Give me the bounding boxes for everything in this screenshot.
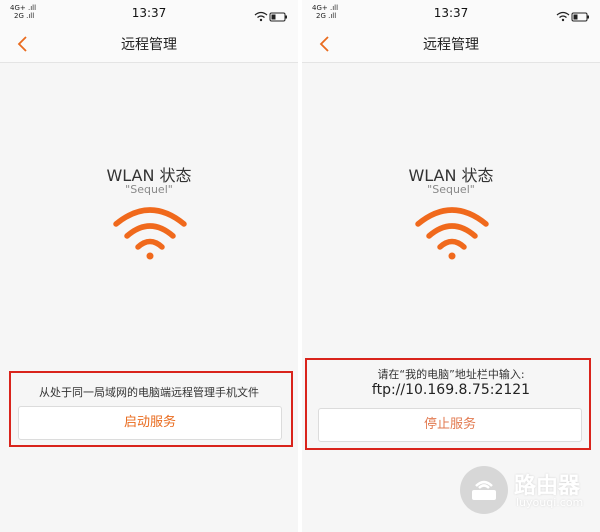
wifi-battery-icon	[254, 11, 287, 22]
wifi-battery-icon	[556, 11, 589, 22]
wifi-signal-icon	[113, 207, 187, 260]
ftp-hint: 请在“我的电脑”地址栏中输入:	[377, 368, 525, 381]
start-service-button[interactable]: 启动服务	[18, 406, 282, 440]
nav-bar: 远程管理	[0, 26, 298, 63]
router-icon	[460, 466, 508, 514]
ftp-address: ftp://10.169.8.75:2121	[371, 382, 531, 398]
service-hint: 从处于同一局域网的电脑端远程管理手机文件	[39, 386, 259, 399]
status-bar: 4G+ .ıll 2G .ıll 13:37	[0, 0, 298, 26]
status-icons	[556, 8, 590, 27]
watermark-logo: 路由器 luyouqi.com	[460, 466, 600, 516]
stop-service-button[interactable]: 停止服务	[318, 408, 582, 442]
nav-bar: 远程管理	[302, 26, 600, 63]
status-bar: 4G+ .ıll 2G .ıll 13:37	[302, 0, 600, 26]
phone-screen-left: 4G+ .ıll 2G .ıll 13:37 远程管理 WLAN 状态 "Seq…	[0, 0, 298, 532]
wifi-signal-icon	[415, 207, 489, 260]
phone-screen-right: 4G+ .ıll 2G .ıll 13:37 远程管理 WLAN 状态 "Seq…	[302, 0, 600, 532]
watermark-subtitle: luyouqi.com	[516, 496, 584, 509]
wifi-ssid: "Sequel"	[427, 183, 475, 196]
page-title: 远程管理	[423, 37, 479, 53]
wifi-ssid: "Sequel"	[125, 183, 173, 196]
page-title: 远程管理	[121, 37, 177, 53]
status-icons	[254, 8, 288, 27]
